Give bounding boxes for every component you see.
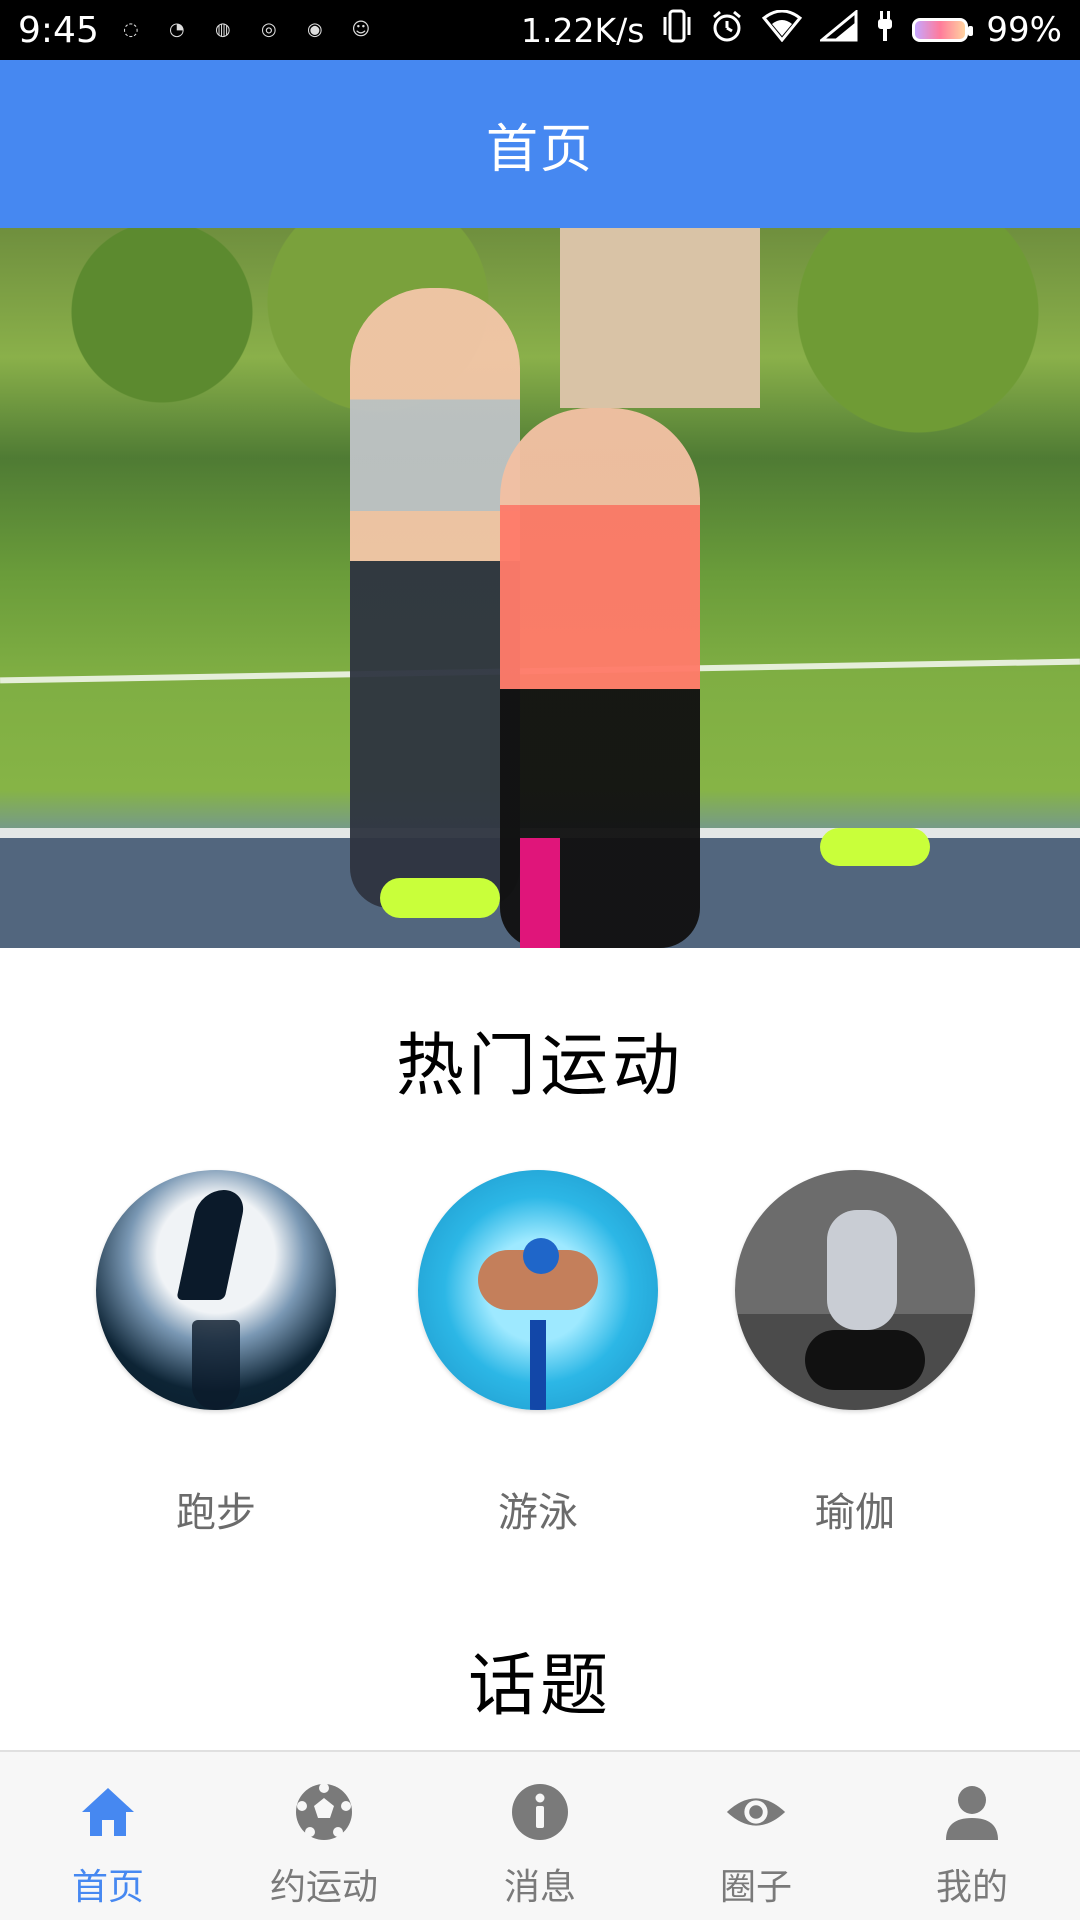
notification-icon: ◔ [168, 19, 185, 40]
signal-icon [818, 8, 858, 51]
vibrate-icon [662, 9, 692, 52]
banner-building [560, 228, 760, 408]
banner-shoe [380, 878, 500, 918]
lane-line [530, 1320, 546, 1410]
banner-carousel[interactable] [0, 228, 1080, 948]
net-speed: 1.22K/s [520, 10, 645, 50]
banner-detail [520, 838, 560, 948]
nav-label: 消息 [503, 1867, 576, 1908]
info-icon [508, 1780, 572, 1844]
eye-icon [724, 1780, 788, 1844]
nav-label: 圈子 [719, 1867, 792, 1908]
app-bar: 首页 [0, 60, 1080, 228]
status-time: 9:45 [18, 9, 99, 51]
sport-label: 跑步 [176, 1490, 256, 1536]
battery-icon [912, 18, 974, 42]
hot-sports-list: 跑步 游泳 瑜伽 [0, 1170, 1080, 1540]
sport-label: 瑜伽 [815, 1490, 895, 1536]
notification-icon: ◉ [306, 19, 323, 40]
soccer-ball-icon [292, 1780, 356, 1844]
notification-icons: ◌ ◔ ◍ ◎ ◉ ☺ [121, 20, 371, 40]
page-title: 首页 [485, 119, 594, 180]
runner-silhouette [176, 1190, 248, 1300]
charging-icon [876, 9, 894, 52]
nav-item-circle[interactable]: 圈子 [648, 1752, 864, 1920]
sport-item-swimming[interactable]: 游泳 [418, 1170, 658, 1538]
notification-icon: ◎ [260, 19, 277, 40]
yoga-image[interactable] [735, 1170, 975, 1410]
yoga-figure-legs [805, 1330, 925, 1390]
nav-item-profile[interactable]: 我的 [864, 1752, 1080, 1920]
banner-shoe [820, 828, 930, 866]
bottom-nav: 首页 约运动 消息 圈子 我的 [0, 1750, 1080, 1920]
status-right: 1.22K/s 99% [520, 8, 1062, 52]
nav-label: 约运动 [269, 1867, 378, 1908]
screen: 9:45 ◌ ◔ ◍ ◎ ◉ ☺ 1.22K/s 99% 首页 热门运动 跑步 … [0, 0, 1080, 1920]
notification-icon: ◍ [214, 19, 231, 40]
alarm-icon [710, 9, 744, 52]
wifi-icon [762, 9, 803, 51]
banner-trees [0, 228, 1080, 438]
notification-icon: ◌ [122, 19, 139, 40]
sport-item-yoga[interactable]: 瑜伽 [735, 1170, 975, 1538]
nav-item-home[interactable]: 首页 [0, 1752, 216, 1920]
swim-cap [523, 1238, 559, 1274]
status-bar: 9:45 ◌ ◔ ◍ ◎ ◉ ☺ 1.22K/s 99% [0, 0, 1080, 60]
notification-icon: ☺ [351, 19, 371, 40]
sport-label: 游泳 [498, 1490, 578, 1536]
nav-item-sports[interactable]: 约运动 [216, 1752, 432, 1920]
person-icon [940, 1780, 1004, 1844]
yoga-figure-body [827, 1210, 897, 1330]
nav-label: 我的 [935, 1867, 1008, 1908]
hot-sports-title: 热门运动 [395, 1027, 684, 1106]
sport-item-running[interactable]: 跑步 [96, 1170, 336, 1538]
banner-person [350, 288, 520, 908]
home-icon [76, 1780, 140, 1844]
runner-reflection [192, 1320, 240, 1410]
topics-title: 话题 [467, 1647, 612, 1726]
running-image[interactable] [96, 1170, 336, 1410]
nav-label: 首页 [71, 1867, 144, 1908]
nav-item-messages[interactable]: 消息 [432, 1752, 648, 1920]
battery-percent: 99% [986, 10, 1062, 50]
swimming-image[interactable] [418, 1170, 658, 1410]
